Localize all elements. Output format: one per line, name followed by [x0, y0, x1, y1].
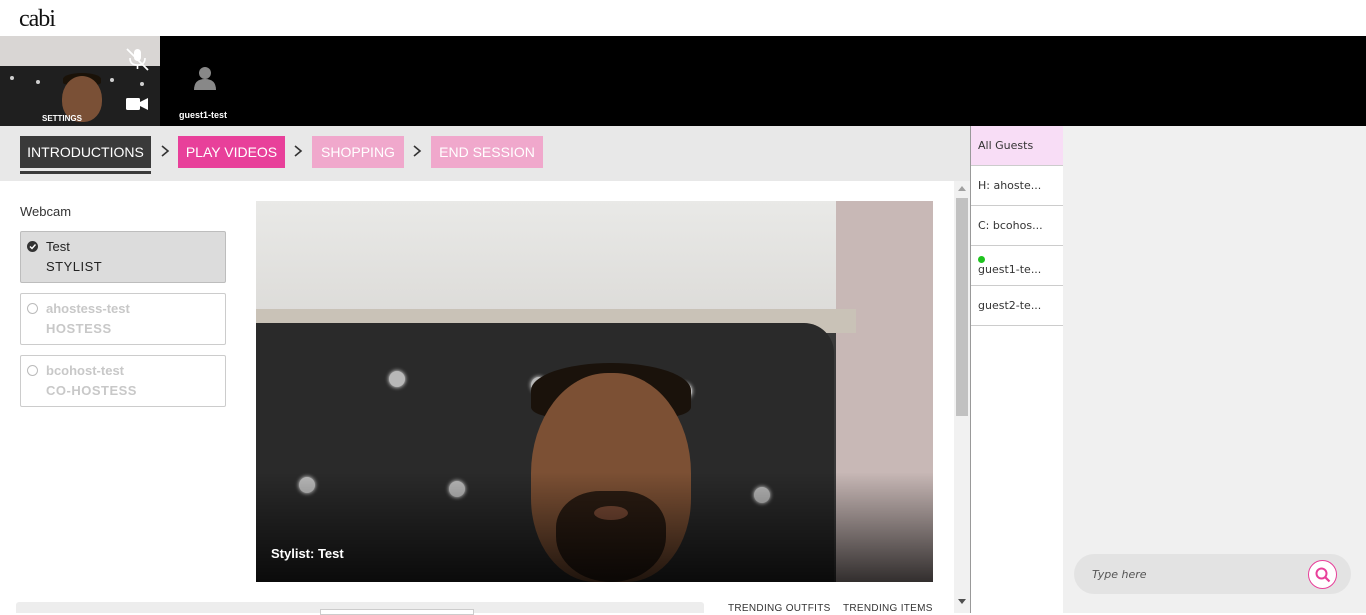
tab-trending-items[interactable]: TRENDING ITEMS — [843, 603, 933, 614]
webcam-option-name: ahostess-test — [46, 301, 130, 316]
guest-list-label: guest2-te... — [978, 299, 1042, 312]
guest-list-label: All Guests — [978, 139, 1034, 152]
checked-radio-icon — [27, 241, 38, 252]
search-icon — [1315, 567, 1331, 583]
webcam-title: Webcam — [20, 204, 72, 219]
chevron-right-icon — [294, 145, 303, 157]
guest-list-item-co-hostess[interactable]: C: bcohos... — [971, 206, 1063, 246]
video-strip: SETTINGS guest1-test — [0, 36, 1366, 126]
guest-list-item-guest2[interactable]: guest2-te... — [971, 286, 1063, 326]
search-button[interactable] — [1308, 560, 1337, 589]
video-caption: Stylist: Test — [271, 546, 344, 561]
session-steps-bar: INTRODUCTIONS PLAY VIDEOS SHOPPING END S… — [0, 126, 970, 181]
webcam-option-name: Test — [46, 239, 70, 254]
scroll-down-icon[interactable] — [958, 599, 966, 605]
webcam-option-role: CO-HOSTESS — [46, 383, 137, 398]
online-status-icon — [978, 256, 985, 263]
webcam-option-role: HOSTESS — [46, 321, 112, 336]
radio-icon — [27, 365, 38, 376]
bottom-panel-tab[interactable] — [320, 609, 474, 615]
guest-list-item-hostess[interactable]: H: ahoste... — [971, 166, 1063, 206]
bottom-panel — [16, 602, 704, 615]
content-scrollbar[interactable] — [954, 181, 970, 613]
scroll-up-icon[interactable] — [958, 185, 966, 191]
chevron-right-icon — [413, 145, 422, 157]
scrollbar-thumb[interactable] — [956, 198, 968, 416]
webcam-option-hostess[interactable]: ahostess-test HOSTESS — [20, 293, 226, 345]
chevron-right-icon — [161, 145, 170, 157]
guest-tile-name: guest1-test — [179, 110, 228, 120]
guest-list-item-all-guests[interactable]: All Guests — [971, 126, 1063, 166]
mic-off-icon[interactable] — [124, 46, 150, 76]
main-content: Webcam Test STYLIST ahostess-test HOSTES… — [0, 181, 954, 615]
guest-list-label: C: bcohos... — [978, 219, 1043, 232]
main-video-feed[interactable]: Stylist: Test — [256, 201, 933, 582]
step-play-videos[interactable]: PLAY VIDEOS — [178, 136, 285, 168]
guest-video-tile[interactable]: guest1-test — [176, 36, 236, 126]
chat-panel — [1063, 126, 1366, 613]
webcam-option-co-hostess[interactable]: bcohost-test CO-HOSTESS — [20, 355, 226, 407]
guest-list-label: guest1-te... — [978, 263, 1042, 276]
webcam-option-stylist[interactable]: Test STYLIST — [20, 231, 226, 283]
step-end-session[interactable]: END SESSION — [431, 136, 543, 168]
video-camera-icon[interactable] — [126, 96, 148, 115]
step-introductions[interactable]: INTRODUCTIONS — [20, 136, 151, 174]
radio-icon — [27, 303, 38, 314]
chat-input[interactable] — [1092, 565, 1302, 583]
guest-list: All Guests H: ahoste... C: bcohos... gue… — [970, 126, 1063, 613]
top-bar: cabi — [0, 0, 1366, 36]
settings-label[interactable]: SETTINGS — [0, 114, 124, 123]
guest-list-item-guest1[interactable]: guest1-te... — [971, 246, 1063, 286]
chat-input-container — [1074, 554, 1351, 594]
webcam-option-role: STYLIST — [46, 259, 103, 274]
self-video-tile[interactable]: SETTINGS — [0, 36, 160, 126]
guest-list-label: H: ahoste... — [978, 179, 1042, 192]
user-avatar-icon — [194, 66, 216, 94]
webcam-option-name: bcohost-test — [46, 363, 124, 378]
step-shopping[interactable]: SHOPPING — [312, 136, 404, 168]
cabi-logo: cabi — [19, 6, 56, 32]
tab-trending-outfits[interactable]: TRENDING OUTFITS — [728, 603, 831, 614]
